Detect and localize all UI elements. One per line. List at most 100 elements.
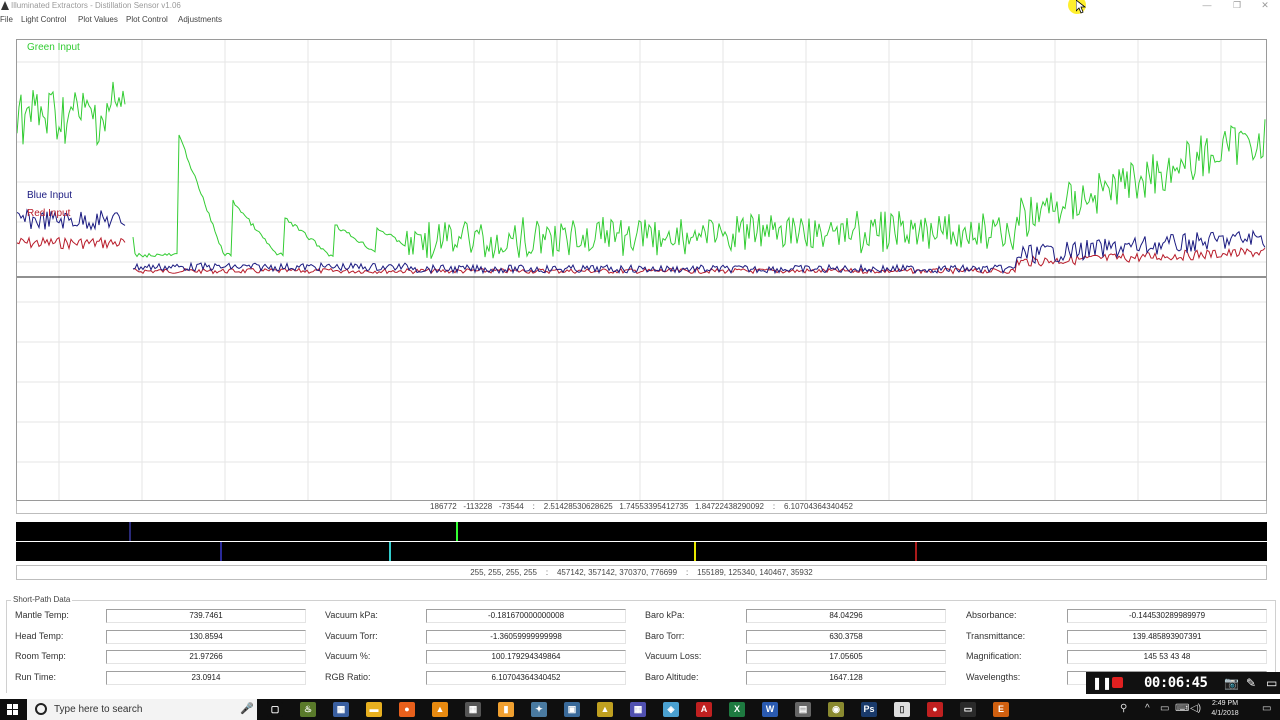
spectrum-line (694, 542, 696, 561)
spectrum-line (220, 542, 222, 561)
taskbar-app-4-icon[interactable]: ▣ (564, 702, 580, 717)
window-title: Illuminated Extractors - Distillation Se… (11, 1, 181, 10)
taskbar-app-6-icon[interactable]: ▦ (630, 702, 646, 717)
taskbar-calculator-icon[interactable]: ▦ (465, 702, 481, 717)
taskbar-excel-icon[interactable]: X (729, 702, 745, 717)
taskbar-app-5-icon[interactable]: ▲ (597, 702, 613, 717)
maximize-button[interactable]: ❐ (1222, 0, 1252, 12)
baro-kpa-field: 84.04296 (746, 609, 946, 623)
room-temp-label: Room Temp: (15, 651, 66, 661)
vacuum-loss-label: Vacuum Loss: (645, 651, 702, 661)
head-temp-label: Head Temp: (15, 631, 64, 641)
taskbar-app-10-icon[interactable]: ▭ (960, 702, 976, 717)
head-temp-field: 130.8594 (106, 630, 306, 644)
taskbar-app-1-icon[interactable]: ♨ (300, 702, 316, 717)
taskbar-photoshop-icon[interactable]: Ps (861, 702, 877, 717)
taskbar-notepad-icon[interactable]: ▯ (894, 702, 910, 717)
magnification-field: 145 53 43 48 (1067, 650, 1267, 664)
tray-people-icon[interactable]: ⚲ (1120, 702, 1127, 716)
transmittance-field: 139.485893907391 (1067, 630, 1267, 644)
menu-bar: File Light Control Plot Values Plot Cont… (0, 14, 1280, 26)
pen-icon[interactable]: ✎ (1246, 676, 1256, 690)
baro-altitude-field: 1647.128 (746, 671, 946, 685)
tray-notifications-icon[interactable]: ▭ (1262, 702, 1271, 716)
taskbar: Type here to search 🎤 ▢ ♨ ▦ ▬ ● ▲ ▦ ▮ ✦ ▣ ▲ ▦ ◈ A X W ▤ ◉… (0, 699, 1280, 720)
baro-torr-label: Baro Torr: (645, 631, 685, 641)
app-window: Illuminated Extractors - Distillation Se… (0, 0, 1280, 720)
menu-plot-control[interactable]: Plot Control (126, 14, 168, 26)
taskbar-clock[interactable]: 2:49 PM 4/1/2018 (1202, 699, 1248, 720)
baro-altitude-label: Baro Altitude: (645, 672, 699, 682)
taskbar-acrobat-icon[interactable]: A (696, 702, 712, 717)
green-input-trace (17, 81, 1266, 259)
vacuum-torr-field: -1.36059999999998 (426, 630, 626, 644)
close-button[interactable]: ✕ (1250, 0, 1280, 12)
rgb-ratio-field: 6.10704364340452 (426, 671, 626, 685)
taskbar-search[interactable]: Type here to search 🎤 (27, 699, 257, 720)
group-title: Short-Path Data (11, 595, 73, 605)
vacuum-kpa-label: Vacuum kPa: (325, 610, 378, 620)
menu-plot-values[interactable]: Plot Values (78, 14, 118, 26)
mouse-pointer-icon (1076, 0, 1086, 14)
legend-red-input: Red Input (27, 208, 71, 219)
legend-blue-input: Blue Input (27, 190, 73, 201)
tray-battery-icon[interactable]: ▭ (1160, 702, 1169, 716)
vacuum-percent-field: 100.179294349864 (426, 650, 626, 664)
taskbar-task-view-icon[interactable]: ▢ (267, 702, 283, 717)
taskbar-app-3-icon[interactable]: ✦ (531, 702, 547, 717)
minimize-button[interactable]: — (1192, 0, 1222, 12)
camera-icon[interactable]: 📷 (1224, 676, 1239, 690)
search-placeholder: Type here to search (54, 704, 143, 715)
spectrum-line (389, 542, 391, 561)
vacuum-torr-label: Vacuum Torr: (325, 631, 378, 641)
taskbar-app-9-icon[interactable]: ◉ (828, 702, 844, 717)
clock-date: 4/1/2018 (1211, 710, 1239, 717)
app-icon (1, 1, 9, 10)
taskbar-vlc-icon[interactable]: ▲ (432, 702, 448, 717)
window-icon[interactable]: ▭ (1266, 676, 1277, 690)
stop-record-button[interactable] (1112, 677, 1123, 688)
mantle-temp-field: 739.7461 (106, 609, 306, 623)
taskbar-app-7-icon[interactable]: ◈ (663, 702, 679, 717)
taskbar-recorder-app-icon[interactable]: ● (927, 702, 943, 717)
mantle-temp-label: Mantle Temp: (15, 610, 69, 620)
plot-readout: 186772 -113228 -73544 : 2.51428530628625… (16, 501, 1267, 514)
title-bar: Illuminated Extractors - Distillation Se… (0, 0, 1280, 13)
absorbance-label: Absorbance: (966, 610, 1017, 620)
menu-file[interactable]: File (0, 14, 13, 26)
taskbar-firefox-icon[interactable]: ● (399, 702, 415, 717)
taskbar-app-orange-icon[interactable]: ▮ (498, 702, 514, 717)
transmittance-label: Transmittance: (966, 631, 1026, 641)
vacuum-percent-label: Vacuum %: (325, 651, 371, 661)
tray-show-hidden-icon[interactable]: ^ (1145, 702, 1150, 716)
taskbar-file-explorer-icon[interactable]: ▬ (366, 702, 382, 717)
spectrum-line (129, 522, 131, 541)
baro-kpa-label: Baro kPa: (645, 610, 685, 620)
wavelengths-label: Wavelengths: (966, 672, 1021, 682)
tray-volume-icon[interactable]: ◁) (1190, 702, 1201, 716)
taskbar-word-icon[interactable]: W (762, 702, 778, 717)
spectrum-line (915, 542, 917, 561)
plot-canvas (17, 40, 1266, 500)
taskbar-app-e-icon[interactable]: E (993, 702, 1009, 717)
cortana-icon (35, 703, 47, 715)
spectrum-line (456, 522, 458, 541)
run-time-field: 23.0914 (106, 671, 306, 685)
microphone-icon[interactable]: 🎤 (240, 703, 254, 715)
vacuum-kpa-field: -0.181670000000008 (426, 609, 626, 623)
tray-network-icon[interactable]: ⌨ (1175, 702, 1189, 716)
spectrum-bar-lower (16, 542, 1267, 561)
menu-adjustments[interactable]: Adjustments (178, 14, 222, 26)
vacuum-loss-field: 17.05605 (746, 650, 946, 664)
menu-light-control[interactable]: Light Control (21, 14, 66, 26)
recording-time: 00:06:45 (1144, 675, 1208, 691)
taskbar-app-2-icon[interactable]: ▦ (333, 702, 349, 717)
spectrum-bar-upper (16, 522, 1267, 541)
blue-input-trace (17, 208, 1266, 275)
pause-icon[interactable]: ❚❚ (1092, 677, 1112, 689)
taskbar-app-8-icon[interactable]: ▤ (795, 702, 811, 717)
room-temp-field: 21.97266 (106, 650, 306, 664)
windows-start-icon[interactable] (0, 699, 26, 720)
rgb-ratio-label: RGB Ratio: (325, 672, 371, 682)
signal-plot: Green Input Blue Input Red Input (16, 39, 1267, 501)
